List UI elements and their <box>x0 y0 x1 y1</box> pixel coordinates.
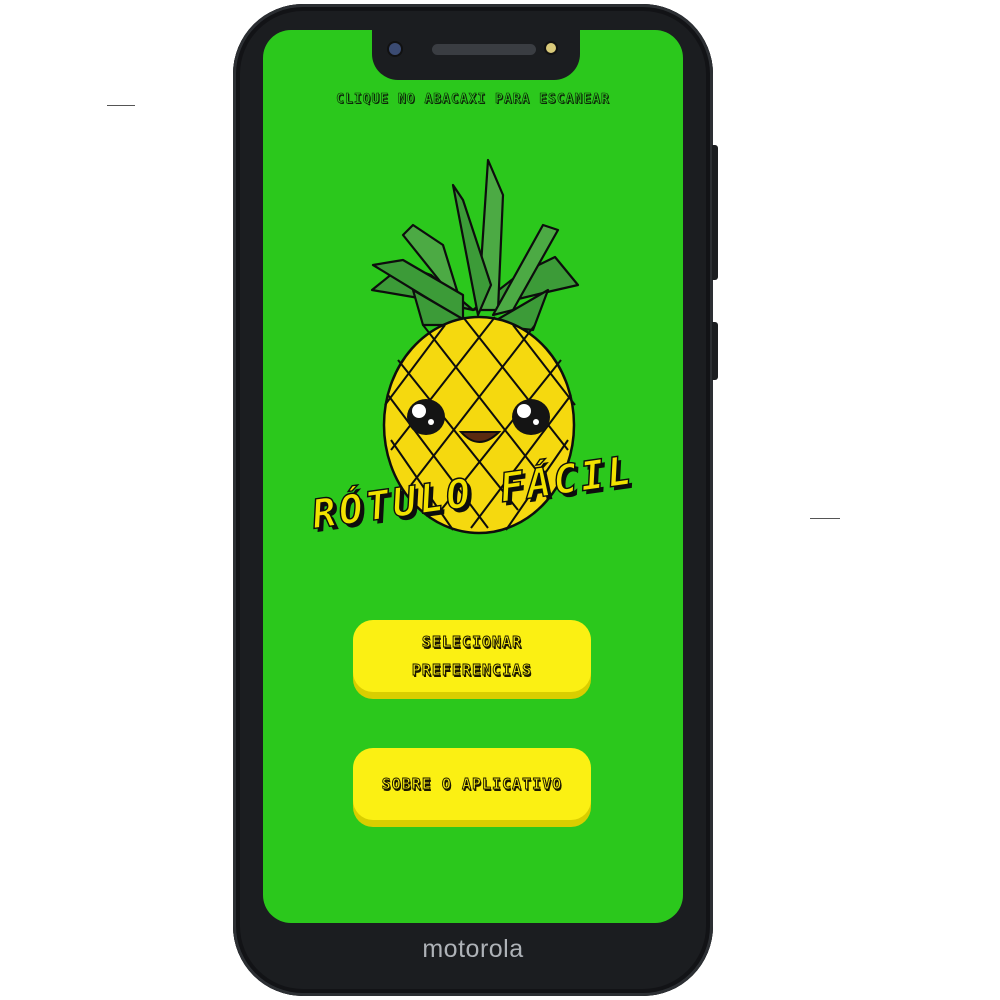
edge-mark-left <box>107 105 135 106</box>
power-button <box>712 322 718 380</box>
phone-notch <box>372 30 580 80</box>
flash-sensor <box>546 43 556 53</box>
front-camera <box>389 43 401 55</box>
earpiece-speaker <box>432 44 536 55</box>
about-app-button[interactable]: SOBRE O APLICATIVO <box>353 748 591 820</box>
select-preferences-label: SELECIONAR PREFERENCIAS <box>411 633 533 680</box>
edge-mark-right <box>810 518 840 519</box>
about-app-label: SOBRE O APLICATIVO <box>381 775 563 794</box>
scan-hint-text: CLIQUE NO ABACAXI PARA ESCANEAR <box>336 92 610 108</box>
app-screen: CLIQUE NO ABACAXI PARA ESCANEAR RÓTULO F… <box>263 30 683 923</box>
volume-button <box>712 145 718 280</box>
device-brand-logo: motorola <box>422 935 524 963</box>
select-preferences-button[interactable]: SELECIONAR PREFERENCIAS <box>353 620 591 692</box>
